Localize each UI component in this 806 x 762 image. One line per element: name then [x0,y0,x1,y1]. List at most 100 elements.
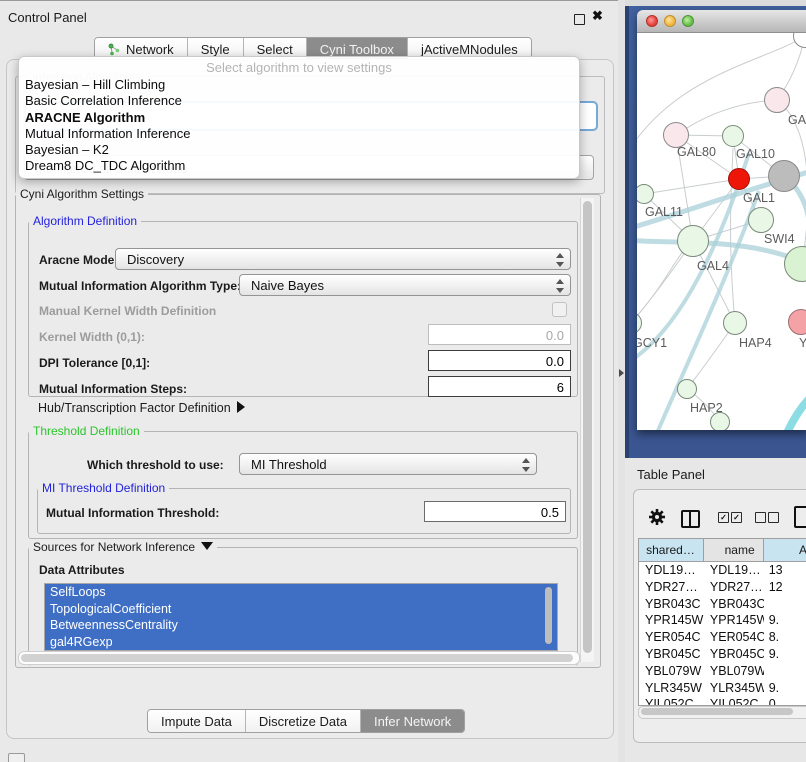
settings-hscrollbar-thumb[interactable] [21,654,573,662]
mi-steps-field[interactable]: 6 [428,376,571,397]
table-cell: 9. [764,612,806,629]
algorithm-option-aracne-algorithm[interactable]: ARACNE Algorithm [19,110,579,126]
table-cell: YDL19… [704,562,764,579]
mac-zoom-button[interactable] [682,15,694,27]
settings-scrollbar-track[interactable] [580,198,594,662]
table-cell: 9. [764,680,806,697]
aracne-mode-value: Discovery [127,252,184,267]
dpi-tolerance-field[interactable]: 0.0 [428,350,571,371]
network-view-window: GALGAL80GAL10GAL1GAL11SWI4GAL4GCY1HAP4YH… [637,10,806,430]
dock-grip-icon[interactable] [8,753,25,762]
table-rows: YDL19…YDL19…13YDR27…YDR27…12YBR043CYBR04… [639,562,806,706]
algorithm-definition-group: Algorithm Definition Aracne Mode: Discov… [28,221,578,397]
table-cell: YLR345W [639,680,704,697]
table-hscrollbar-track[interactable] [638,706,806,719]
network-node[interactable] [710,412,730,430]
kernel-width-field[interactable]: 0.0 [428,324,571,345]
table-panel-body: ✓ ✓ shared…nameA YDL19…YDL19…13YDR27…YDR… [633,489,806,743]
gear-icon[interactable] [648,508,666,526]
algorithm-dropdown-items: Bayesian – Hill ClimbingBasic Correlatio… [19,77,579,175]
table-row[interactable]: YDL19…YDL19…13 [639,562,806,579]
tab-infer-network[interactable]: Infer Network [360,710,464,732]
attribute-item-topologicalcoefficient[interactable]: TopologicalCoefficient [45,601,557,618]
network-window-titlebar[interactable] [637,10,806,33]
node-label-swi4: SWI4 [764,232,795,246]
columns-icon[interactable] [681,510,700,528]
hide-all-checkboxes-icon[interactable] [768,512,779,523]
mi-threshold-group-title: MI Threshold Definition [38,481,169,495]
node-label-y: Y [799,336,806,350]
network-node-swi4[interactable] [748,207,774,233]
show-all-checkboxes-icon[interactable]: ✓ [731,512,742,523]
table-row[interactable]: YIL052CYIL052C0. [639,696,806,706]
node-label-hap4: HAP4 [739,336,772,350]
column-header-a[interactable]: A [764,539,806,561]
table-row[interactable]: YER054CYER054C8. [639,629,806,646]
table-row[interactable]: YBL079WYBL079W [639,663,806,680]
hide-all-checkboxes-icon[interactable] [755,512,766,523]
network-node-gal10[interactable] [722,125,744,147]
attribute-item-betweennesscentrality[interactable]: BetweennessCentrality [45,617,557,634]
mi-type-combobox[interactable]: Naive Bayes [239,274,571,296]
column-header-name[interactable]: name [704,539,764,561]
data-attributes-list[interactable]: SelfLoopsTopologicalCoefficientBetweenne… [44,583,558,651]
document-icon[interactable] [794,506,806,528]
table-cell: 8. [764,629,806,646]
table-cell [764,596,806,613]
network-canvas[interactable]: GALGAL80GAL10GAL1GAL11SWI4GAL4GCY1HAP4YH… [637,33,806,430]
table-row[interactable]: YDR27…YDR27…12 [639,579,806,596]
attribute-item-gal4rgexp[interactable]: gal4RGexp [45,634,557,651]
network-node-hap4[interactable] [723,311,747,335]
attribute-item-selfloops[interactable]: SelfLoops [45,584,557,601]
table-cell: YDR27… [639,579,704,596]
attributes-scrollbar[interactable] [545,587,552,644]
settings-hscrollbar-track[interactable] [18,651,580,665]
which-threshold-combobox[interactable]: MI Threshold [239,453,537,475]
table-row[interactable]: YLR345WYLR345W9. [639,680,806,697]
settings-scrollbar-thumb[interactable] [583,201,592,653]
column-header-shared[interactable]: shared… [639,539,704,561]
close-icon[interactable]: ✖ [592,8,603,24]
network-node-gal4[interactable] [677,225,709,257]
show-all-checkboxes-icon[interactable]: ✓ [718,512,729,523]
float-window-icon[interactable] [574,14,585,25]
table-row[interactable]: YPR145WYPR145W9. [639,612,806,629]
dpi-tolerance-label: DPI Tolerance [0,1]: [39,356,150,370]
aracne-mode-combobox[interactable]: Discovery [115,248,571,270]
table-hscrollbar-thumb[interactable] [641,708,793,715]
split-pane-divider[interactable] [618,0,625,762]
split-pane-collapse-icon[interactable] [619,369,624,377]
hub-definition-toggle[interactable]: Hub/Transcription Factor Definition [38,401,245,415]
node-table: shared…nameA YDL19…YDL19…13YDR27…YDR27…1… [638,538,806,706]
mi-threshold-field[interactable]: 0.5 [424,501,566,522]
mac-minimize-button[interactable] [664,15,676,27]
network-node[interactable] [728,168,750,190]
data-attributes-label: Data Attributes [39,563,125,577]
table-cell: 13 [764,562,806,579]
stepper-icon [555,253,564,267]
table-cell: YDL19… [639,562,704,579]
tab-discretize-data[interactable]: Discretize Data [245,710,360,732]
sources-group-title[interactable]: Sources for Network Inference [29,540,217,554]
control-panel-header: Control Panel ✖ [0,2,620,30]
tab-label: Cyni Toolbox [320,42,394,57]
algorithm-option-dream8-dc-tdc-algorithm[interactable]: Dream8 DC_TDC Algorithm [19,158,579,174]
algorithm-option-bayesian-hill-climbing[interactable]: Bayesian – Hill Climbing [19,77,579,93]
threshold-definition-title: Threshold Definition [29,424,144,438]
mac-close-button[interactable] [646,15,658,27]
algorithm-option-bayesian-k2[interactable]: Bayesian – K2 [19,142,579,158]
algorithm-option-mutual-information-inference[interactable]: Mutual Information Inference [19,126,579,142]
table-row[interactable]: YBR043CYBR043C [639,596,806,613]
manual-kernel-checkbox[interactable] [552,302,567,317]
network-node-hap2[interactable] [677,379,697,399]
table-row[interactable]: YBR045CYBR045C9. [639,646,806,663]
mi-threshold-label: Mutual Information Threshold: [46,506,219,520]
network-node-gal[interactable] [764,87,790,113]
table-cell: YDR27… [704,579,764,596]
tab-impute-data[interactable]: Impute Data [148,710,245,732]
algorithm-option-basic-correlation-inference[interactable]: Basic Correlation Inference [19,93,579,109]
network-node[interactable] [768,160,800,192]
stepper-icon [521,458,530,472]
algorithm-definition-title: Algorithm Definition [29,214,141,228]
table-cell: YLR345W [704,680,764,697]
